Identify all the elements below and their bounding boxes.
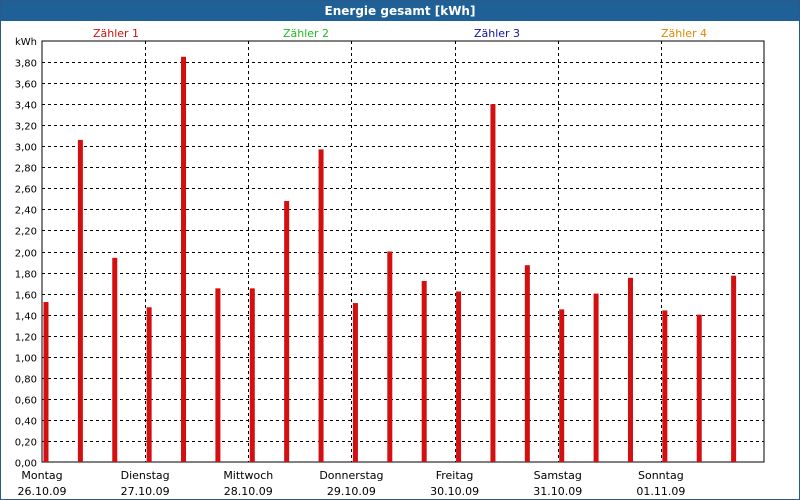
y-tick-label: 2,60 bbox=[15, 185, 37, 196]
energy-chart: 0,00 0,20 0,40 0,60 0,80 1,00 1,20 1,40 1,60 1,80… bbox=[15, 27, 765, 498]
bar bbox=[421, 280, 427, 462]
y-tick-label: 3,00 bbox=[15, 143, 37, 154]
bar bbox=[662, 310, 668, 462]
y-tick-label: 3,80 bbox=[15, 59, 37, 70]
y-tick-label: 3,60 bbox=[15, 80, 37, 91]
bar bbox=[112, 257, 118, 462]
x-tick-label-day: Mittwoch bbox=[223, 469, 273, 482]
y-tick-label: 2,20 bbox=[15, 227, 37, 238]
y-tick-label: 1,00 bbox=[15, 354, 37, 365]
chart-window: Energie gesamt [kWh] 0,00 0,20 0,40 0,60 0,8… bbox=[0, 0, 800, 500]
y-tick-label: 3,20 bbox=[15, 122, 37, 133]
y-tick-label: 0,00 bbox=[15, 459, 37, 470]
x-tick-label-date: 29.10.09 bbox=[327, 485, 376, 498]
y-tick-label: 0,60 bbox=[15, 396, 37, 407]
bar bbox=[215, 288, 221, 462]
bar bbox=[77, 139, 83, 462]
legend-label: Zähler 1 bbox=[93, 27, 139, 40]
legend-label: Zähler 2 bbox=[283, 27, 329, 40]
bar bbox=[524, 265, 530, 462]
x-tick-label-day: Donnerstag bbox=[319, 469, 383, 482]
y-tick-label: 1,20 bbox=[15, 333, 37, 344]
x-tick-label-day: Freitag bbox=[436, 469, 474, 482]
bar bbox=[490, 104, 496, 463]
bar bbox=[627, 277, 633, 462]
bar bbox=[43, 302, 49, 462]
y-tick-label: 1,40 bbox=[15, 312, 37, 323]
y-tick-label: 2,80 bbox=[15, 164, 37, 175]
x-tick-label-date: 30.10.09 bbox=[430, 485, 479, 498]
y-tick-label: 1,60 bbox=[15, 291, 37, 302]
y-tick-label: 3,40 bbox=[15, 101, 37, 112]
y-tick-label: 0,20 bbox=[15, 438, 37, 449]
x-tick-label-date: 27.10.09 bbox=[121, 485, 170, 498]
bar bbox=[352, 303, 358, 462]
x-tick-label-day: Sonntag bbox=[638, 469, 684, 482]
bar bbox=[387, 251, 393, 462]
bar bbox=[146, 307, 152, 462]
bar bbox=[456, 291, 462, 462]
x-tick-label-date: 28.10.09 bbox=[224, 485, 273, 498]
y-tick-label: 1,80 bbox=[15, 270, 37, 281]
legend-label: Zähler 3 bbox=[474, 27, 520, 40]
x-tick-label-date: 26.10.09 bbox=[18, 485, 67, 498]
x-tick-label-day: Samstag bbox=[534, 469, 582, 482]
y-tick-label: 2,00 bbox=[15, 249, 37, 260]
bar bbox=[181, 56, 187, 462]
y-axis-label: kWh bbox=[15, 37, 37, 48]
bar bbox=[593, 293, 599, 462]
x-tick-label-day: Dienstag bbox=[121, 469, 170, 482]
bar bbox=[696, 314, 702, 462]
bar bbox=[249, 288, 255, 462]
x-tick-label-date: 31.10.09 bbox=[533, 485, 582, 498]
y-tick-label: 0,40 bbox=[15, 417, 37, 428]
legend-label: Zähler 4 bbox=[661, 27, 707, 40]
x-tick-label-day: Montag bbox=[21, 469, 62, 482]
x-tick-label-date: 01.11.09 bbox=[636, 485, 685, 498]
chart-title: Energie gesamt [kWh] bbox=[1, 1, 799, 21]
bar bbox=[318, 149, 324, 462]
y-tick-label: 2,40 bbox=[15, 206, 37, 217]
bar bbox=[731, 275, 737, 462]
bar bbox=[284, 200, 290, 463]
y-tick-label: 0,80 bbox=[15, 375, 37, 386]
bar bbox=[559, 309, 565, 462]
